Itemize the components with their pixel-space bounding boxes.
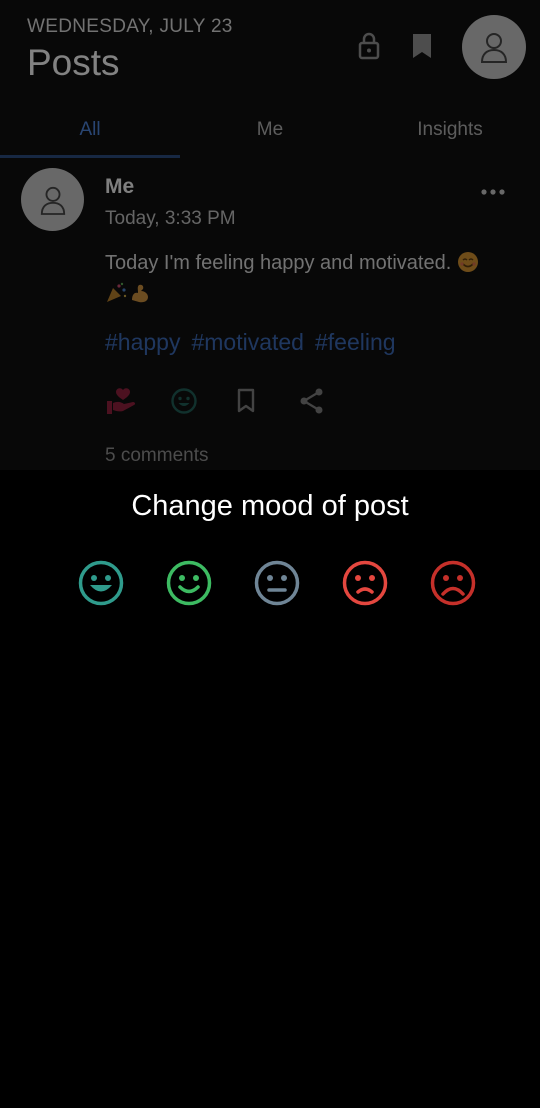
mood-very-happy-button[interactable] xyxy=(77,559,125,607)
mood-sad-button[interactable] xyxy=(341,559,389,607)
mood-very-sad-button[interactable] xyxy=(429,559,477,607)
very-sad-face-icon xyxy=(430,560,476,606)
mood-options xyxy=(77,559,477,607)
sad-face-icon xyxy=(342,560,388,606)
very-happy-face-icon xyxy=(78,560,124,606)
mood-dialog-title: Change mood of post xyxy=(131,490,409,522)
dim-scrim[interactable] xyxy=(0,0,540,470)
mood-neutral-button[interactable] xyxy=(253,559,301,607)
happy-face-icon xyxy=(166,560,212,606)
mood-happy-button[interactable] xyxy=(165,559,213,607)
mood-dialog: Change mood of post xyxy=(0,470,540,1108)
neutral-face-icon xyxy=(254,560,300,606)
